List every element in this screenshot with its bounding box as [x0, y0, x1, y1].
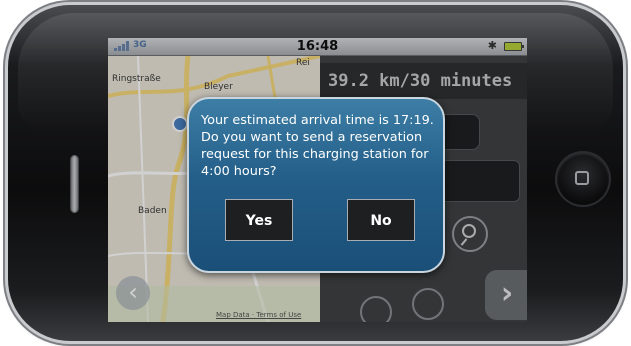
home-button[interactable]	[557, 153, 609, 205]
dialog-message: Your estimated arrival time is 17:19. Do…	[201, 113, 434, 179]
reservation-dialog: Your estimated arrival time is 17:19. Do…	[187, 97, 445, 273]
yes-button[interactable]: Yes	[225, 199, 293, 241]
no-button[interactable]: No	[347, 199, 415, 241]
home-icon	[575, 171, 589, 185]
earpiece-speaker	[70, 155, 79, 213]
